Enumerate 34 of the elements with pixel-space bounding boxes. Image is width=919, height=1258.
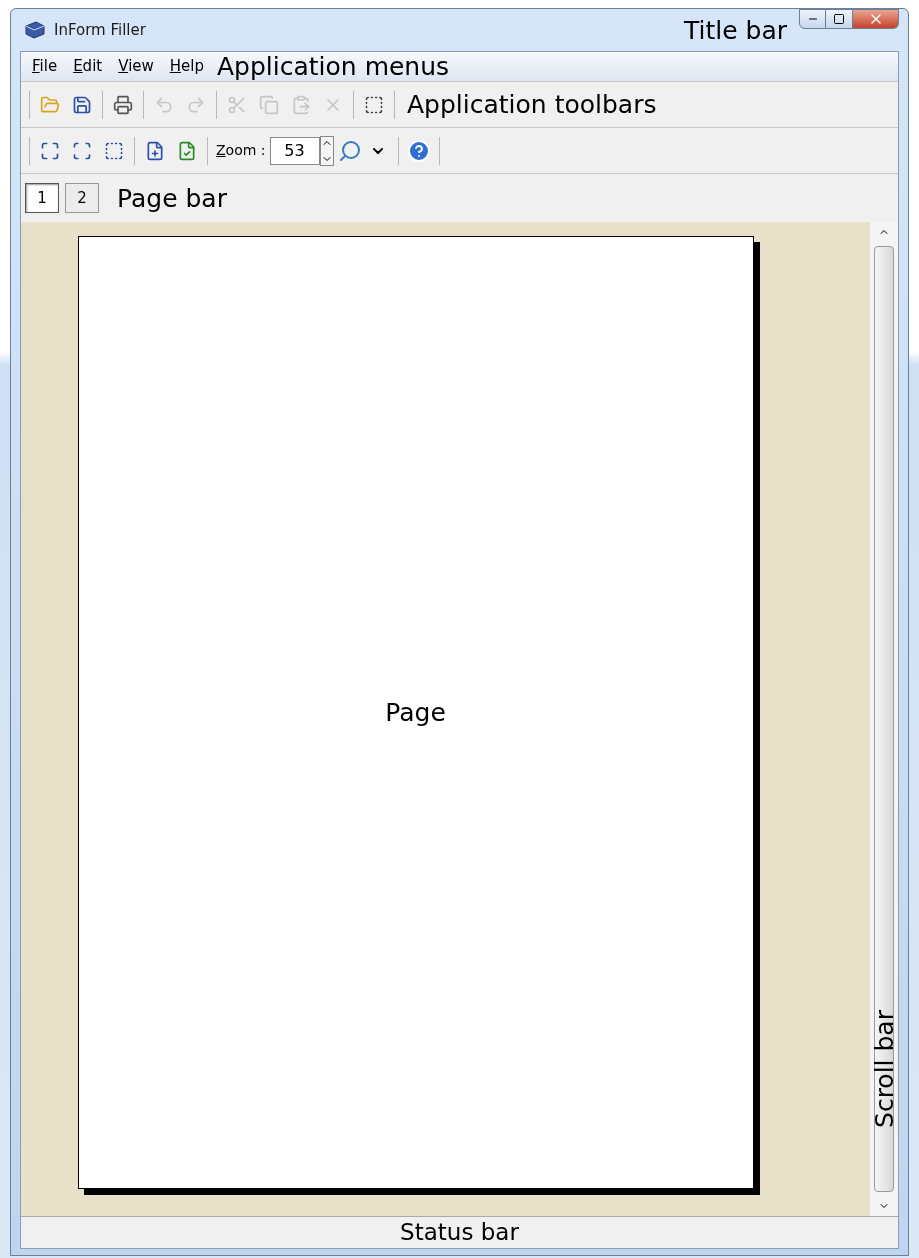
callout-label: Status bar bbox=[400, 1221, 519, 1244]
scroll-thumb[interactable]: Scroll bar bbox=[874, 246, 894, 1192]
printer-icon bbox=[113, 94, 133, 115]
callout-label: Page bar bbox=[117, 185, 227, 211]
callout-label: Application toolbars bbox=[407, 92, 657, 117]
app-logo-icon bbox=[24, 20, 46, 40]
zoom-label: Zoom : bbox=[216, 141, 266, 160]
window-title: InForm Filler bbox=[54, 19, 146, 41]
zoom-field[interactable]: 53 bbox=[269, 136, 320, 165]
callout-label: Title bar bbox=[684, 17, 787, 43]
minimize-button[interactable] bbox=[799, 9, 826, 29]
scroll-bar[interactable]: Scroll bar bbox=[870, 222, 898, 1216]
scissors-icon bbox=[227, 94, 247, 115]
callout-label: Page bbox=[385, 700, 446, 725]
redo-icon bbox=[186, 94, 206, 115]
folder-icon bbox=[40, 94, 60, 115]
new-document-icon bbox=[145, 140, 165, 161]
copy-icon bbox=[259, 94, 279, 115]
help-icon bbox=[406, 138, 431, 163]
undo-icon bbox=[154, 94, 174, 115]
magnifier-icon bbox=[337, 138, 362, 163]
menu-item[interactable]: Edit bbox=[66, 55, 110, 78]
callout-label: Application menus bbox=[217, 54, 450, 79]
menu-item[interactable]: File bbox=[25, 55, 65, 78]
checked-document-icon bbox=[177, 140, 197, 161]
menu-item[interactable]: Help bbox=[162, 55, 211, 78]
callout-label: Scroll bar bbox=[872, 1009, 896, 1130]
clipboard-icon bbox=[291, 94, 311, 115]
menu-item[interactable]: View bbox=[111, 55, 161, 78]
maximize-icon bbox=[833, 13, 845, 25]
maximize-button[interactable] bbox=[826, 9, 853, 29]
page-tab[interactable]: 1 bbox=[25, 183, 59, 213]
page-tab[interactable]: 2 bbox=[65, 183, 99, 213]
close-button[interactable] bbox=[853, 9, 899, 29]
